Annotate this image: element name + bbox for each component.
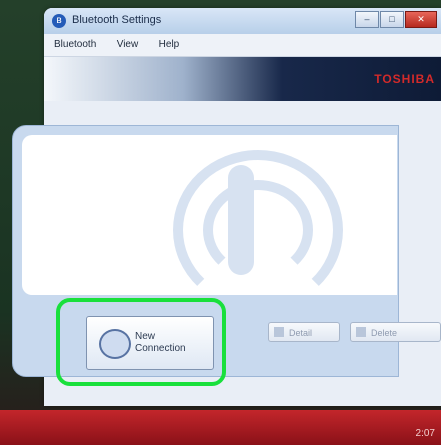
delete-icon [356, 327, 366, 337]
menu-help[interactable]: Help [149, 34, 186, 50]
highlight-outline [56, 298, 226, 386]
bluetooth-icon: ʙ [52, 14, 66, 28]
window-controls: – □ ✕ [355, 11, 437, 28]
close-button[interactable]: ✕ [405, 11, 437, 28]
window-title: Bluetooth Settings [72, 14, 162, 26]
taskbar: 2:07 [0, 410, 441, 445]
device-list-area[interactable] [22, 135, 397, 310]
maximize-button[interactable]: □ [380, 11, 404, 28]
detail-button[interactable]: Detail [268, 322, 340, 342]
detail-label: Detail [289, 328, 313, 338]
detail-icon [274, 327, 284, 337]
wireless-signal-icon [228, 165, 254, 275]
tray-clock[interactable]: 2:07 [416, 428, 435, 439]
delete-button[interactable]: Delete [350, 322, 441, 342]
brand-logo: TOSHIBA [374, 72, 435, 86]
delete-label: Delete [371, 328, 398, 338]
menu-bar: Bluetooth View Help [44, 34, 441, 57]
header-banner: TOSHIBA [44, 57, 441, 101]
signal-wave-inner [203, 180, 313, 280]
title-bar[interactable]: ʙ Bluetooth Settings – □ ✕ [44, 8, 441, 34]
menu-bluetooth[interactable]: Bluetooth [44, 34, 102, 50]
menu-view[interactable]: View [107, 34, 145, 50]
minimize-button[interactable]: – [355, 11, 379, 28]
